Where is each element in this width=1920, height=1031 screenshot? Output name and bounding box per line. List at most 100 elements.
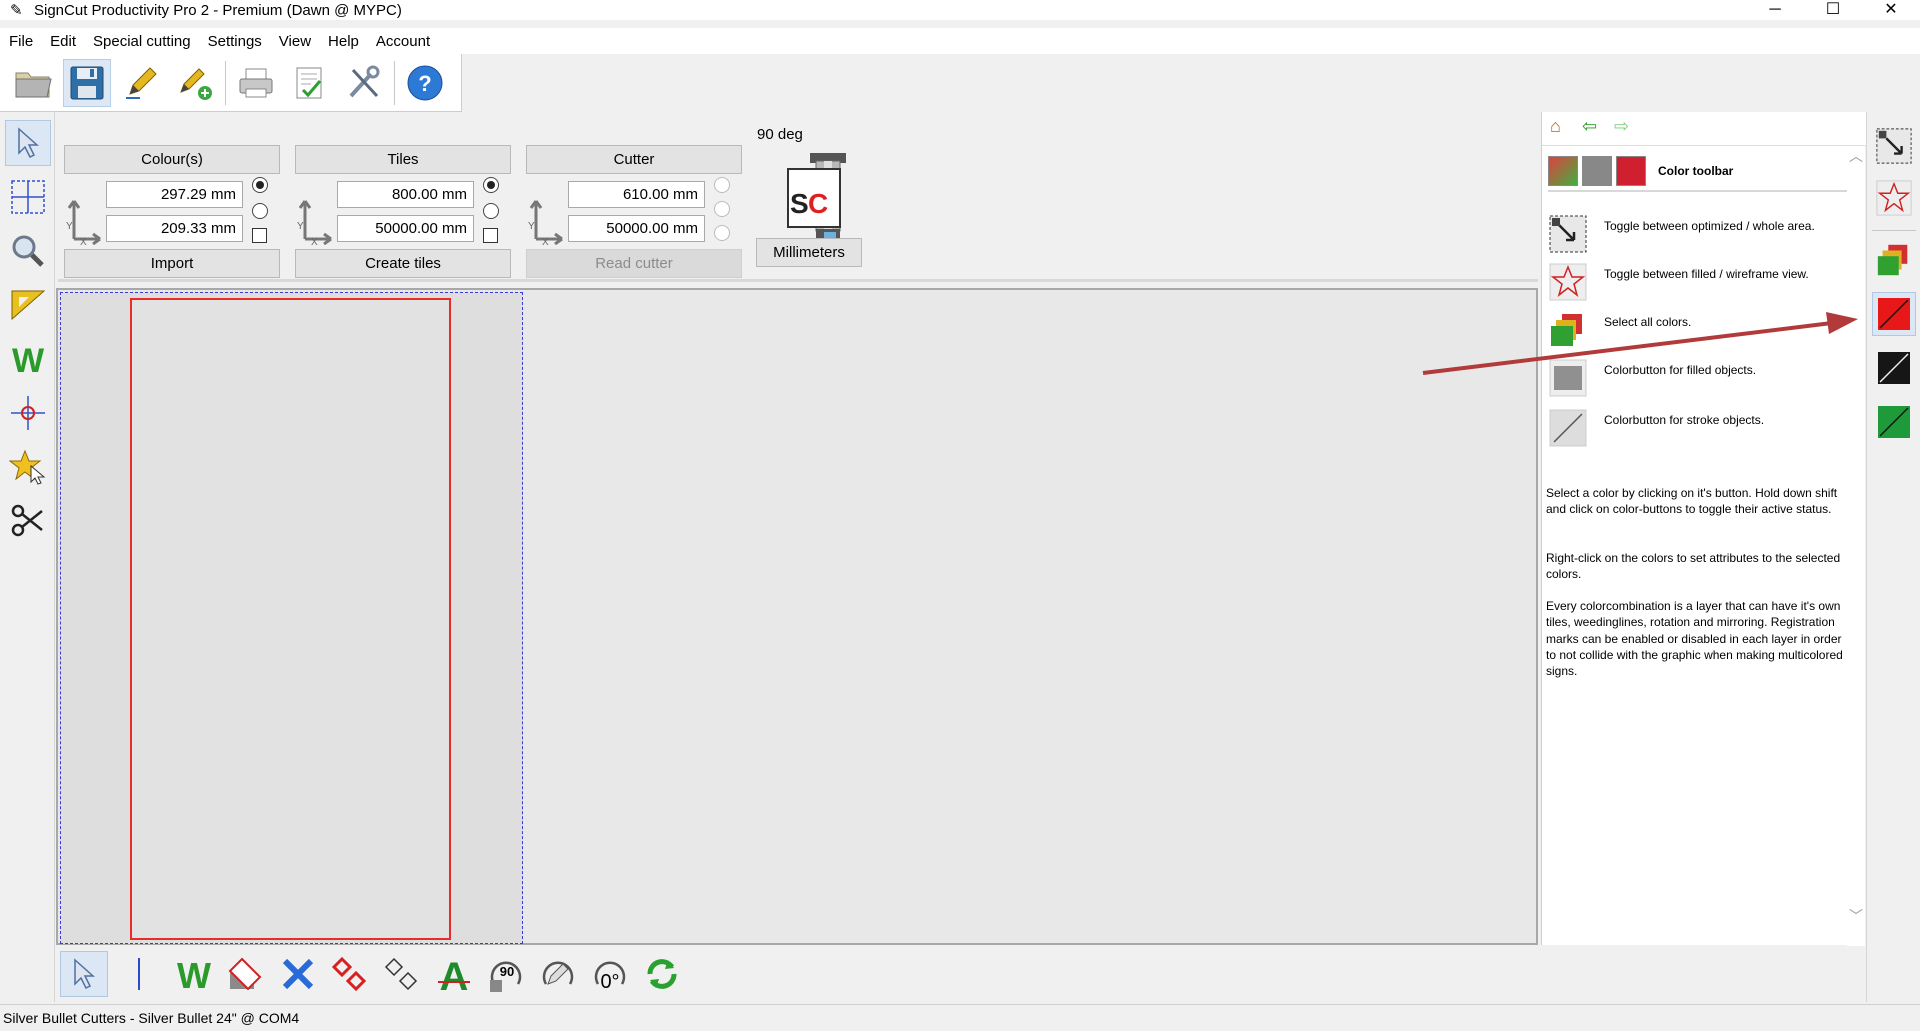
help-paragraph: Every colorcombination is a layer that c… — [1546, 599, 1843, 679]
print-button[interactable] — [232, 59, 280, 107]
xy-axis-icon: YX — [297, 200, 332, 245]
stroke-color-icon — [1549, 409, 1587, 447]
checklist-button[interactable] — [286, 59, 334, 107]
measure-tool[interactable] — [5, 282, 51, 328]
select-tool[interactable] — [5, 120, 51, 166]
edit-pen-button[interactable] — [117, 59, 165, 107]
cutter-radio-3[interactable] — [714, 225, 730, 241]
menu-edit[interactable]: Edit — [50, 33, 76, 50]
open-button[interactable] — [9, 59, 57, 107]
cutter-radio-1[interactable] — [714, 177, 730, 193]
maximize-button[interactable]: ☐ — [1804, 0, 1862, 20]
forward-arrow-icon[interactable]: ⇨ — [1614, 116, 1629, 137]
help-item: Select all colors. — [1548, 308, 1848, 352]
save-button[interactable] — [63, 58, 111, 107]
tiles-radio-2[interactable] — [483, 203, 499, 219]
color-button-red[interactable] — [1872, 292, 1916, 336]
work-canvas[interactable] — [56, 288, 1538, 945]
tiles-header-button[interactable]: Tiles — [295, 145, 511, 174]
red-stroke-color-icon — [1878, 298, 1910, 330]
weed-button[interactable]: W — [170, 951, 218, 997]
menu-special-cutting[interactable]: Special cutting — [93, 33, 191, 50]
colours-radio-2[interactable] — [252, 203, 268, 219]
cut-tool[interactable] — [5, 498, 51, 544]
help-item: Toggle between filled / wireframe view. — [1548, 260, 1848, 304]
rotate-90-button[interactable]: 90 — [482, 951, 530, 997]
rotate-0-button[interactable]: 0° — [586, 951, 634, 997]
color-toolbar — [1866, 112, 1920, 1002]
eraser-button[interactable] — [222, 951, 270, 997]
scroll-down-icon[interactable]: ﹀ — [1849, 906, 1863, 926]
cutter-radio-2[interactable] — [714, 201, 730, 217]
delete-button[interactable] — [274, 951, 322, 997]
menu-account[interactable]: Account — [376, 33, 430, 50]
menu-view[interactable]: View — [279, 33, 311, 50]
units-button[interactable]: Millimeters — [756, 238, 862, 267]
magnifier-icon — [12, 235, 44, 267]
cutter-height-field[interactable]: 50000.00 mm — [568, 215, 705, 242]
help-nav-bar: ⌂ ⇦ ⇨ — [1542, 112, 1866, 146]
tools-button[interactable] — [340, 59, 388, 107]
menu-help[interactable]: Help — [328, 33, 359, 50]
tiles-width-field[interactable]: 800.00 mm — [337, 181, 474, 208]
title-bar: ✎ SignCut Productivity Pro 2 - Premium (… — [0, 0, 1920, 20]
folder-open-icon — [15, 72, 52, 97]
color-button-black[interactable] — [1872, 346, 1916, 390]
rotation-block: 90 deg S C Millimeters — [748, 117, 878, 282]
weeding-tool[interactable]: W — [5, 336, 51, 382]
colours-height-field[interactable]: 209.33 mm — [106, 215, 243, 242]
refresh-button[interactable] — [638, 951, 686, 997]
import-button[interactable]: Import — [64, 249, 280, 278]
color-button-green[interactable] — [1872, 400, 1916, 444]
black-stroke-color-icon — [1878, 352, 1910, 384]
window-title: SignCut Productivity Pro 2 - Premium (Da… — [34, 1, 402, 19]
back-arrow-icon[interactable]: ⇦ — [1582, 116, 1597, 137]
design-bounding-box[interactable] — [130, 298, 451, 940]
star-select-tool[interactable] — [5, 444, 51, 490]
menu-file[interactable]: File — [9, 33, 33, 50]
colours-radio-1[interactable] — [252, 177, 268, 193]
grid-icon — [11, 180, 45, 214]
signcut-cutter-logo[interactable]: S C — [780, 147, 860, 247]
tiles-radio-1[interactable] — [483, 177, 499, 193]
toggle-wireframe-button[interactable] — [1872, 176, 1916, 220]
help-button[interactable]: ? — [401, 59, 449, 107]
xy-axis-icon: YX — [528, 200, 563, 245]
menu-settings[interactable]: Settings — [208, 33, 262, 50]
cutter-width-field[interactable]: 610.00 mm — [568, 181, 705, 208]
scroll-up-icon[interactable]: ︿ — [1849, 146, 1863, 166]
rotate-pencil-button[interactable] — [534, 951, 582, 997]
svg-text:X: X — [311, 237, 318, 245]
registration-tool[interactable] — [5, 390, 51, 436]
colours-header-button[interactable]: Colour(s) — [64, 145, 280, 174]
add-pen-button[interactable] — [171, 59, 219, 107]
arrow-pointer-icon — [18, 127, 39, 159]
optimize-area-icon — [1549, 215, 1587, 253]
bottom-select-tool[interactable] — [60, 951, 108, 997]
text-button[interactable]: A — [430, 951, 478, 997]
tile-grid-tool[interactable] — [5, 174, 51, 220]
zoom-tool[interactable] — [5, 228, 51, 274]
create-tiles-button[interactable]: Create tiles — [295, 249, 511, 278]
cutter-header-button[interactable]: Cutter — [526, 145, 742, 174]
svg-text:W: W — [12, 342, 45, 376]
toggle-area-button[interactable] — [1872, 124, 1916, 168]
read-cutter-button[interactable]: Read cutter — [526, 249, 742, 278]
help-scrollbar[interactable]: ︿ ﹀ — [1847, 146, 1865, 946]
tiles-checkbox[interactable] — [483, 228, 498, 243]
svg-text:X: X — [80, 237, 87, 245]
colours-width-field[interactable]: 297.29 mm — [106, 181, 243, 208]
help-question-icon: ? — [407, 65, 443, 100]
app-window: ✎ SignCut Productivity Pro 2 - Premium (… — [0, 0, 1920, 1031]
tiles-height-field[interactable]: 50000.00 mm — [337, 215, 474, 242]
registration-button[interactable] — [378, 951, 426, 997]
rotate-0-label: 0° — [600, 971, 619, 993]
home-icon[interactable]: ⌂ — [1550, 116, 1561, 137]
cutter-group: Cutter YX 610.00 mm 50000.00 mm Read cut… — [520, 125, 742, 283]
checklist-icon — [296, 67, 322, 98]
select-all-colors-button[interactable] — [1872, 238, 1916, 282]
colours-checkbox[interactable] — [252, 228, 267, 243]
close-button[interactable]: ✕ — [1862, 0, 1920, 20]
minimize-button[interactable]: ─ — [1746, 0, 1804, 20]
red-registration-button[interactable] — [326, 951, 374, 997]
